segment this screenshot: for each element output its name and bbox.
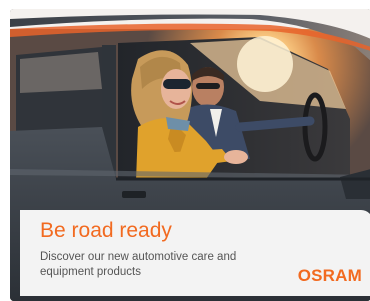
ad-headline: Be road ready <box>40 219 172 242</box>
ad-text-panel: Be road ready Discover our new automotiv… <box>20 210 370 296</box>
ad-description: Discover our new automotive care and equ… <box>40 251 237 278</box>
advertisement-banner[interactable]: Be road ready Discover our new automotiv… <box>10 9 370 301</box>
brand-logo[interactable]: OSRAM <box>298 266 362 286</box>
